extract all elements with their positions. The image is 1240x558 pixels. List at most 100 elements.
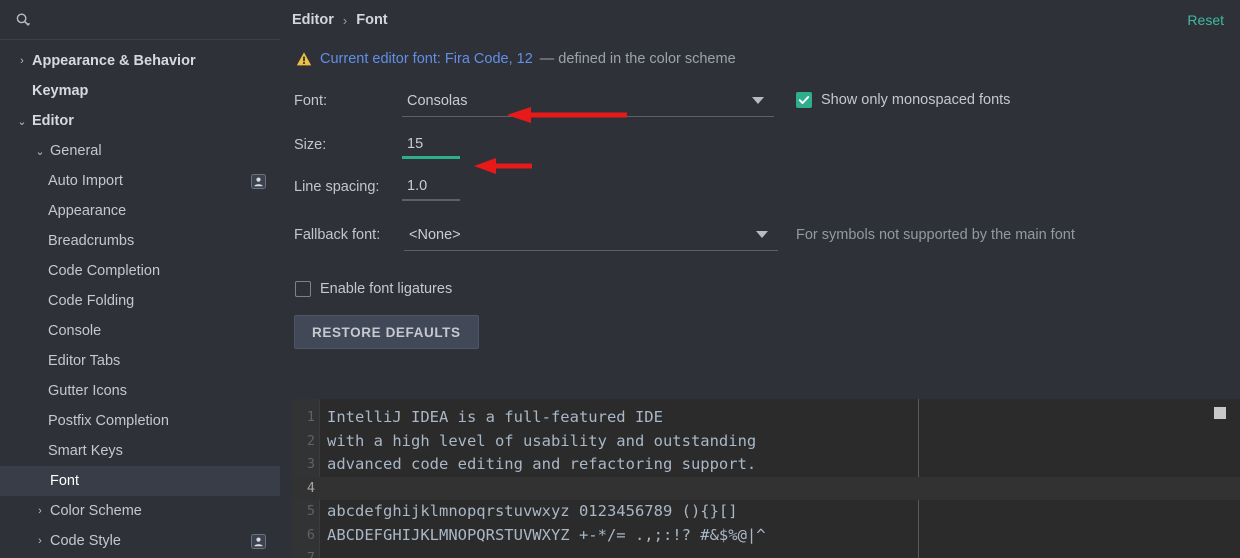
line-text: with a high level of usability and outst…: [320, 430, 756, 454]
line-text: ABCDEFGHIJKLMNOPQRSTUVWXYZ +-*/= .,;:!? …: [320, 524, 766, 548]
line-spacing-input-underline: [402, 199, 460, 201]
user-badge-icon: [251, 534, 266, 549]
sidebar-item-console[interactable]: Console: [0, 316, 280, 346]
breadcrumb-root[interactable]: Editor: [292, 12, 334, 28]
sidebar-item-label: Breadcrumbs: [48, 233, 280, 249]
size-input-value: 15: [402, 133, 460, 155]
preview-line: 5abcdefghijklmnopqrstuvwxyz 0123456789 (…: [292, 500, 1240, 524]
ligatures-label: Enable font ligatures: [320, 281, 452, 297]
size-row: Size: 15: [294, 133, 1240, 175]
sidebar-item-general[interactable]: ⌄General: [0, 136, 280, 166]
sidebar-item-label: Gutter Icons: [48, 383, 280, 399]
sidebar-item-color-scheme[interactable]: ›Color Scheme: [0, 496, 280, 526]
sidebar-search-row[interactable]: [0, 0, 280, 40]
line-number: 4: [292, 477, 320, 501]
font-dropdown-value: Consolas: [402, 89, 774, 113]
chevron-down-icon: [752, 97, 764, 104]
chevron-down-icon: [756, 231, 768, 238]
preview-line: 6ABCDEFGHIJKLMNOPQRSTUVWXYZ +-*/= .,;:!?…: [292, 524, 1240, 548]
line-text: abcdefghijklmnopqrstuvwxyz 0123456789 ()…: [320, 500, 738, 524]
sidebar-item-code-style[interactable]: ›Code Style: [0, 526, 280, 556]
sidebar-item-label: Editor Tabs: [48, 353, 280, 369]
sidebar-item-label: Code Folding: [48, 293, 280, 309]
chevron-right-icon[interactable]: ›: [30, 535, 50, 547]
font-preview-editor[interactable]: 1IntelliJ IDEA is a full-featured IDE2wi…: [292, 399, 1240, 558]
show-monospaced-checkbox[interactable]: [796, 92, 812, 108]
line-text: IntelliJ IDEA is a full-featured IDE: [320, 406, 663, 430]
preview-line: 4: [292, 477, 1240, 501]
size-input-underline: [402, 156, 460, 159]
fallback-font-label: Fallback font:: [294, 223, 404, 243]
settings-sidebar: ›Appearance & BehaviorKeymap⌄Editor⌄Gene…: [0, 0, 280, 558]
warning-triangle-icon: [296, 51, 312, 67]
sidebar-item-label: Appearance & Behavior: [32, 53, 280, 69]
sidebar-item-label: Color Scheme: [50, 503, 280, 519]
line-number: 7: [292, 547, 320, 558]
restore-defaults-button[interactable]: RESTORE DEFAULTS: [294, 315, 479, 349]
sidebar-item-label: Code Completion: [48, 263, 280, 279]
fallback-font-row: Fallback font: <None> For symbols not su…: [294, 223, 1240, 279]
settings-dialog: ›Appearance & BehaviorKeymap⌄Editor⌄Gene…: [0, 0, 1240, 558]
font-control: Consolas: [402, 89, 774, 117]
sidebar-item-smart-keys[interactable]: Smart Keys: [0, 436, 280, 466]
settings-tree: ›Appearance & BehaviorKeymap⌄Editor⌄Gene…: [0, 40, 280, 556]
ligatures-checkbox[interactable]: [295, 281, 311, 297]
line-number: 3: [292, 453, 320, 477]
breadcrumb: Editor › Font Reset: [280, 0, 1240, 40]
show-monospaced-label: Show only monospaced fonts: [821, 92, 1010, 108]
size-label: Size:: [294, 133, 402, 153]
preview-line: 7: [292, 547, 1240, 558]
sidebar-item-label: Font: [50, 473, 280, 489]
sidebar-item-font[interactable]: Font: [0, 466, 280, 496]
sidebar-item-code-folding[interactable]: Code Folding: [0, 286, 280, 316]
preview-line: 2with a high level of usability and outs…: [292, 430, 1240, 454]
sidebar-item-editor-tabs[interactable]: Editor Tabs: [0, 346, 280, 376]
sidebar-item-label: Editor: [32, 113, 280, 129]
size-input[interactable]: 15: [402, 133, 460, 159]
font-row: Font: Consolas Show only monospaced font…: [294, 89, 1240, 133]
line-number: 1: [292, 406, 320, 430]
sidebar-item-label: Appearance: [48, 203, 280, 219]
search-icon: [12, 9, 34, 31]
sidebar-item-auto-import[interactable]: Auto Import: [0, 166, 280, 196]
sidebar-item-label: Keymap: [32, 83, 280, 99]
font-label: Font:: [294, 89, 402, 109]
sidebar-item-breadcrumbs[interactable]: Breadcrumbs: [0, 226, 280, 256]
font-settings-form: Font: Consolas Show only monospaced font…: [280, 89, 1240, 297]
search-input[interactable]: [34, 8, 280, 32]
ligatures-checkbox-row[interactable]: Enable font ligatures: [295, 281, 1240, 297]
line-spacing-input[interactable]: 1.0: [402, 175, 460, 201]
preview-line: 1IntelliJ IDEA is a full-featured IDE: [292, 406, 1240, 430]
sidebar-item-gutter-icons[interactable]: Gutter Icons: [0, 376, 280, 406]
sidebar-item-postfix-completion[interactable]: Postfix Completion: [0, 406, 280, 436]
fallback-font-control: <None>: [404, 223, 778, 251]
breadcrumb-separator: ›: [343, 13, 347, 28]
line-spacing-row: Line spacing: 1.0: [294, 175, 1240, 223]
sidebar-item-code-completion[interactable]: Code Completion: [0, 256, 280, 286]
sidebar-item-editor[interactable]: ⌄Editor: [0, 106, 280, 136]
line-spacing-label: Line spacing:: [294, 175, 402, 195]
user-badge-icon: [251, 174, 266, 189]
sidebar-item-label: Console: [48, 323, 280, 339]
reset-link[interactable]: Reset: [1187, 12, 1224, 28]
sidebar-item-appearance[interactable]: Appearance: [0, 196, 280, 226]
line-number: 6: [292, 524, 320, 548]
chevron-right-icon[interactable]: ›: [30, 505, 50, 517]
show-monospaced-checkbox-row[interactable]: Show only monospaced fonts: [796, 89, 1010, 108]
sidebar-item-label: Auto Import: [48, 173, 251, 189]
sidebar-item-appearance-behavior[interactable]: ›Appearance & Behavior: [0, 46, 280, 76]
sidebar-item-label: Smart Keys: [48, 443, 280, 459]
fallback-font-hint: For symbols not supported by the main fo…: [796, 223, 1075, 243]
chevron-right-icon[interactable]: ›: [12, 55, 32, 67]
current-editor-font-link[interactable]: Current editor font: Fira Code, 12: [320, 51, 533, 67]
chevron-down-icon[interactable]: ⌄: [12, 115, 32, 128]
line-text: advanced code editing and refactoring su…: [320, 453, 756, 477]
chevron-down-icon[interactable]: ⌄: [30, 145, 50, 158]
fallback-font-dropdown[interactable]: <None>: [404, 223, 778, 251]
font-dropdown[interactable]: Consolas: [402, 89, 774, 117]
preview-corner-marker: [1214, 407, 1226, 419]
line-number: 5: [292, 500, 320, 524]
sidebar-item-label: General: [50, 143, 280, 159]
sidebar-item-keymap[interactable]: Keymap: [0, 76, 280, 106]
fallback-font-value: <None>: [404, 223, 778, 247]
